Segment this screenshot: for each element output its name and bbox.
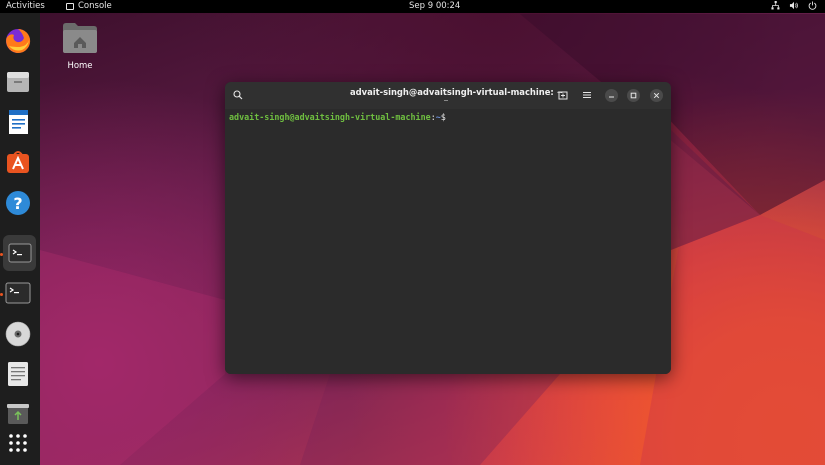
dock-item-help[interactable]: ? — [4, 189, 32, 217]
dock: ? — [0, 13, 40, 465]
new-tab-icon — [558, 91, 568, 100]
system-tray[interactable] — [771, 1, 817, 10]
minimize-button[interactable] — [605, 89, 618, 102]
svg-text:?: ? — [13, 194, 22, 213]
show-apps-icon — [9, 434, 27, 452]
dock-item-console[interactable] — [3, 235, 36, 271]
volume-icon — [789, 1, 798, 10]
running-indicator — [0, 253, 3, 256]
minimize-icon — [609, 96, 614, 98]
console-app-icon — [66, 2, 74, 10]
shell-prompt: advait-singh@advaitsingh-virtual-machine… — [229, 112, 446, 122]
dock-item-files[interactable] — [4, 68, 32, 96]
terminal-header-bar[interactable]: advait-singh@advaitsingh-virtual-machine… — [225, 82, 671, 109]
dock-item-show-apps[interactable] — [4, 429, 32, 457]
writer-icon — [9, 110, 28, 134]
app-name: Console — [78, 1, 112, 11]
new-tab-button[interactable] — [556, 88, 570, 102]
home-label: Home — [67, 61, 93, 71]
files-icon — [7, 72, 29, 92]
network-icon — [771, 1, 780, 10]
terminal-icon — [5, 282, 31, 304]
menu-button[interactable] — [580, 88, 594, 102]
top-bar: Activities Console Sep 9 00:24 — [0, 0, 825, 13]
app-center-icon — [7, 151, 29, 173]
desktop-home-icon[interactable]: Home — [60, 22, 100, 71]
dock-item-disc[interactable] — [4, 320, 32, 348]
maximize-icon — [630, 92, 637, 99]
close-icon — [653, 92, 660, 99]
search-button[interactable] — [231, 88, 245, 102]
close-button[interactable] — [650, 89, 663, 102]
dock-item-terminal[interactable] — [4, 279, 32, 307]
running-indicator — [0, 293, 3, 296]
dock-item-app-center[interactable] — [4, 148, 32, 176]
console-icon — [8, 243, 31, 263]
terminal-window: advait-singh@advaitsingh-virtual-machine… — [225, 82, 671, 374]
search-icon — [233, 90, 243, 100]
power-icon — [808, 1, 817, 10]
activities-button[interactable]: Activities — [6, 1, 45, 11]
window-title: advait-singh@advaitsingh-virtual-machine… — [350, 87, 564, 97]
prompt-user-host: advait-singh@advaitsingh-virtual-machine — [229, 112, 431, 122]
dock-item-trash[interactable] — [4, 400, 32, 428]
help-icon: ? — [6, 191, 30, 215]
title-indicator — [444, 100, 448, 101]
text-editor-icon — [8, 362, 28, 386]
dock-item-firefox[interactable] — [4, 27, 32, 55]
hamburger-menu-icon — [583, 92, 591, 98]
clock[interactable]: Sep 9 00:24 — [409, 1, 460, 11]
terminal-output[interactable]: advait-singh@advaitsingh-virtual-machine… — [225, 109, 671, 374]
firefox-icon — [6, 28, 31, 53]
trash-icon — [7, 404, 29, 424]
disc-icon — [5, 321, 31, 347]
prompt-symbol: $ — [440, 112, 446, 122]
maximize-button[interactable] — [627, 89, 640, 102]
dock-item-writer[interactable] — [4, 108, 32, 136]
dock-item-text-editor[interactable] — [4, 360, 32, 388]
app-menu[interactable]: Console — [66, 1, 112, 11]
home-folder-icon — [63, 23, 97, 53]
